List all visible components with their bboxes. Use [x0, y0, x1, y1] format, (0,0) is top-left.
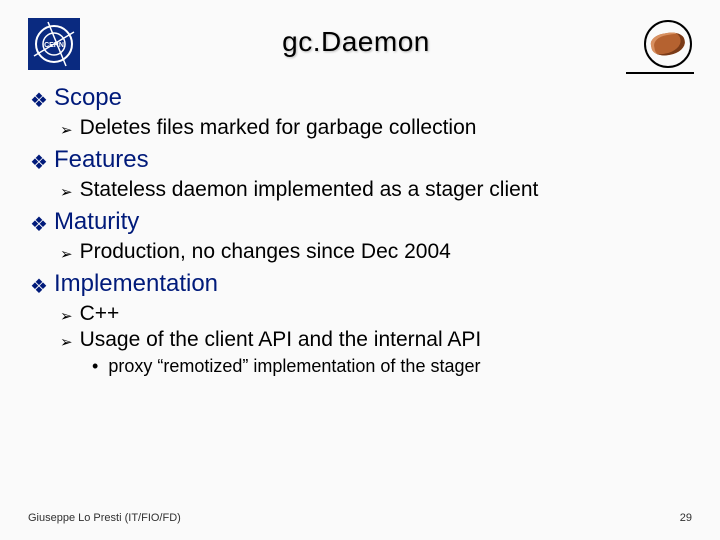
- heading-text: Features: [54, 146, 149, 174]
- heading-text: Scope: [54, 84, 122, 112]
- section-item: ➢ Deletes files marked for garbage colle…: [60, 116, 692, 140]
- chevron-icon: ➢: [60, 121, 73, 139]
- dot-icon: •: [92, 356, 98, 377]
- section-item: ➢ C++: [60, 302, 692, 326]
- section-subitem: • proxy “remotized” implementation of th…: [92, 356, 692, 377]
- chevron-icon: ➢: [60, 307, 73, 325]
- footer-author: Giuseppe Lo Presti (IT/FIO/FD): [28, 512, 181, 524]
- slide: CERN gc.Daemon ❖ Scope ➢ Deletes files m…: [0, 0, 720, 540]
- slide-footer: Giuseppe Lo Presti (IT/FIO/FD) 29: [28, 512, 692, 524]
- slide-header: CERN gc.Daemon: [28, 18, 692, 70]
- chevron-icon: ➢: [60, 183, 73, 201]
- section-heading: ❖ Maturity: [30, 208, 692, 236]
- section-heading: ❖ Implementation: [30, 270, 692, 298]
- section-item: ➢ Stateless daemon implemented as a stag…: [60, 178, 692, 202]
- item-text: C++: [80, 302, 120, 326]
- diamond-icon: ❖: [30, 91, 48, 111]
- item-text: Usage of the client API and the internal…: [80, 328, 482, 352]
- heading-text: Implementation: [54, 270, 218, 298]
- title-wrap: gc.Daemon: [80, 18, 632, 58]
- cern-logo: CERN: [28, 18, 80, 70]
- section-item: ➢ Production, no changes since Dec 2004: [60, 240, 692, 264]
- castor-logo: [632, 18, 692, 70]
- section-item: ➢ Usage of the client API and the intern…: [60, 328, 692, 352]
- page-number: 29: [680, 512, 692, 524]
- item-text: Production, no changes since Dec 2004: [80, 240, 451, 264]
- chevron-icon: ➢: [60, 245, 73, 263]
- item-text: Deletes files marked for garbage collect…: [80, 116, 477, 140]
- item-text: Stateless daemon implemented as a stager…: [80, 178, 539, 202]
- svg-text:CERN: CERN: [44, 42, 64, 49]
- subitem-text: proxy “remotized” implementation of the …: [108, 356, 480, 377]
- section-heading: ❖ Scope: [30, 84, 692, 112]
- diamond-icon: ❖: [30, 215, 48, 235]
- chevron-icon: ➢: [60, 333, 73, 351]
- heading-text: Maturity: [54, 208, 139, 236]
- diamond-icon: ❖: [30, 277, 48, 297]
- slide-content: ❖ Scope ➢ Deletes files marked for garba…: [28, 84, 692, 377]
- slide-title: gc.Daemon: [80, 26, 632, 58]
- diamond-icon: ❖: [30, 153, 48, 173]
- section-heading: ❖ Features: [30, 146, 692, 174]
